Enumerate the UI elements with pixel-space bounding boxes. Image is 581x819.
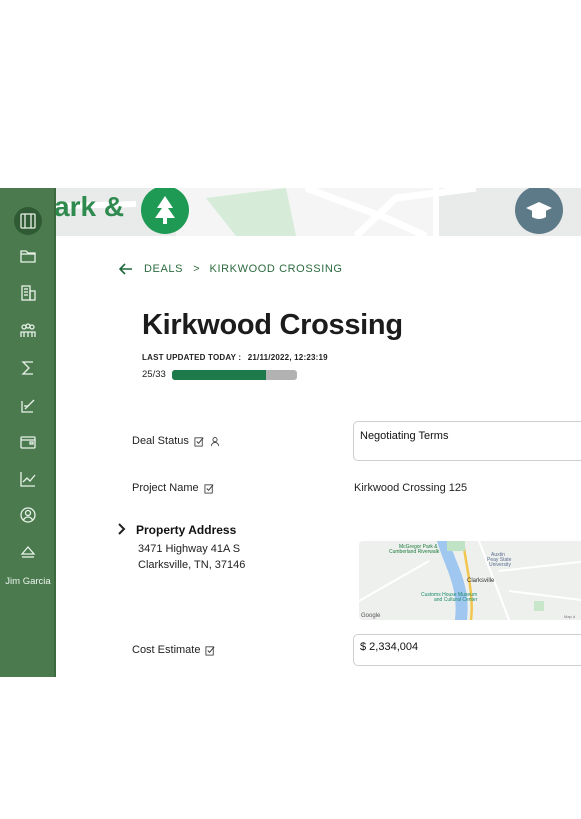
breadcrumb-current: KIRKWOOD CROSSING	[209, 263, 343, 275]
app-window: Jim Garcia ark & DEALS > KIRKWOOD CROSSI…	[0, 188, 581, 677]
eject-icon	[20, 546, 36, 558]
breadcrumb-deals-link[interactable]: DEALS	[144, 263, 183, 275]
last-updated-label: LAST UPDATED TODAY :	[142, 353, 242, 362]
sidebar-item-analytics[interactable]	[8, 463, 48, 495]
sidebar-item-eject[interactable]	[8, 536, 48, 568]
sidebar-item-calculations[interactable]	[8, 352, 48, 384]
sidebar-item-team[interactable]	[8, 315, 48, 347]
sidebar-item-folders[interactable]	[8, 240, 48, 272]
header-map-banner: ark &	[56, 188, 581, 236]
last-updated-value: 21/11/2022, 12:23:19	[247, 353, 328, 362]
building-icon	[21, 285, 36, 301]
wallet-icon	[20, 436, 36, 449]
progress: 25/33	[142, 369, 297, 380]
last-updated: LAST UPDATED TODAY : 21/11/2022, 12:23:1…	[142, 353, 328, 362]
map-poi-university: University	[489, 562, 511, 568]
deal-status-label-text: Deal Status	[132, 435, 189, 447]
chevron-right-icon[interactable]	[117, 522, 126, 538]
property-map[interactable]: McGregor Park & Cumberland Riverwalk Aus…	[359, 541, 581, 620]
deal-status-field[interactable]: Negotiating Terms	[353, 421, 581, 461]
map-poi-cultural: and Cultural Center	[434, 597, 478, 603]
progress-count: 25/33	[142, 369, 166, 380]
map-credit: Map d	[564, 614, 575, 619]
edit-document-icon	[21, 399, 35, 413]
sigma-icon	[21, 361, 33, 375]
user-circle-icon	[20, 507, 36, 523]
cost-estimate-label: Cost Estimate	[132, 644, 216, 656]
project-name-label: Project Name	[132, 482, 215, 494]
cost-estimate-label-text: Cost Estimate	[132, 644, 201, 656]
project-name-value[interactable]: Kirkwood Crossing 125	[354, 482, 467, 494]
sidebar: Jim Garcia	[0, 188, 56, 677]
banner-map-label: ark &	[56, 191, 124, 222]
page-title: Kirkwood Crossing	[142, 309, 403, 341]
property-address-header[interactable]: Property Address	[117, 522, 236, 538]
address-line-1: 3471 Highway 41A S	[138, 543, 241, 555]
dashboard-icon	[20, 213, 36, 229]
checklist-icon[interactable]	[205, 645, 216, 656]
back-arrow-icon[interactable]	[118, 261, 134, 277]
breadcrumb-separator: >	[193, 263, 200, 275]
sidebar-item-profile[interactable]	[8, 499, 48, 531]
checklist-icon[interactable]	[204, 483, 215, 494]
map-city-label: Clarksville	[467, 578, 495, 584]
trend-chart-icon	[20, 472, 36, 487]
checklist-icon[interactable]	[194, 436, 205, 447]
progress-bar-fill	[171, 369, 267, 380]
project-name-label-text: Project Name	[132, 482, 199, 494]
user-name[interactable]: Jim Garcia	[0, 576, 56, 587]
map-poi-riverwalk: Cumberland Riverwalk	[389, 549, 440, 555]
sidebar-item-properties[interactable]	[8, 277, 48, 309]
team-icon	[20, 323, 36, 337]
map-google-logo: Google	[361, 613, 381, 619]
property-address-title: Property Address	[136, 523, 237, 537]
cost-estimate-field[interactable]: $ 2,334,004	[353, 634, 581, 666]
folder-icon	[20, 250, 36, 263]
breadcrumb: DEALS > KIRKWOOD CROSSING	[118, 261, 343, 277]
person-icon[interactable]	[210, 436, 220, 447]
sidebar-item-wallet[interactable]	[8, 426, 48, 458]
address-line-2: Clarksville, TN, 37146	[138, 559, 246, 571]
sidebar-item-dashboard[interactable]	[8, 205, 48, 237]
progress-bar	[171, 369, 297, 380]
deal-status-label: Deal Status	[132, 435, 220, 447]
sidebar-item-reports[interactable]	[8, 389, 48, 421]
